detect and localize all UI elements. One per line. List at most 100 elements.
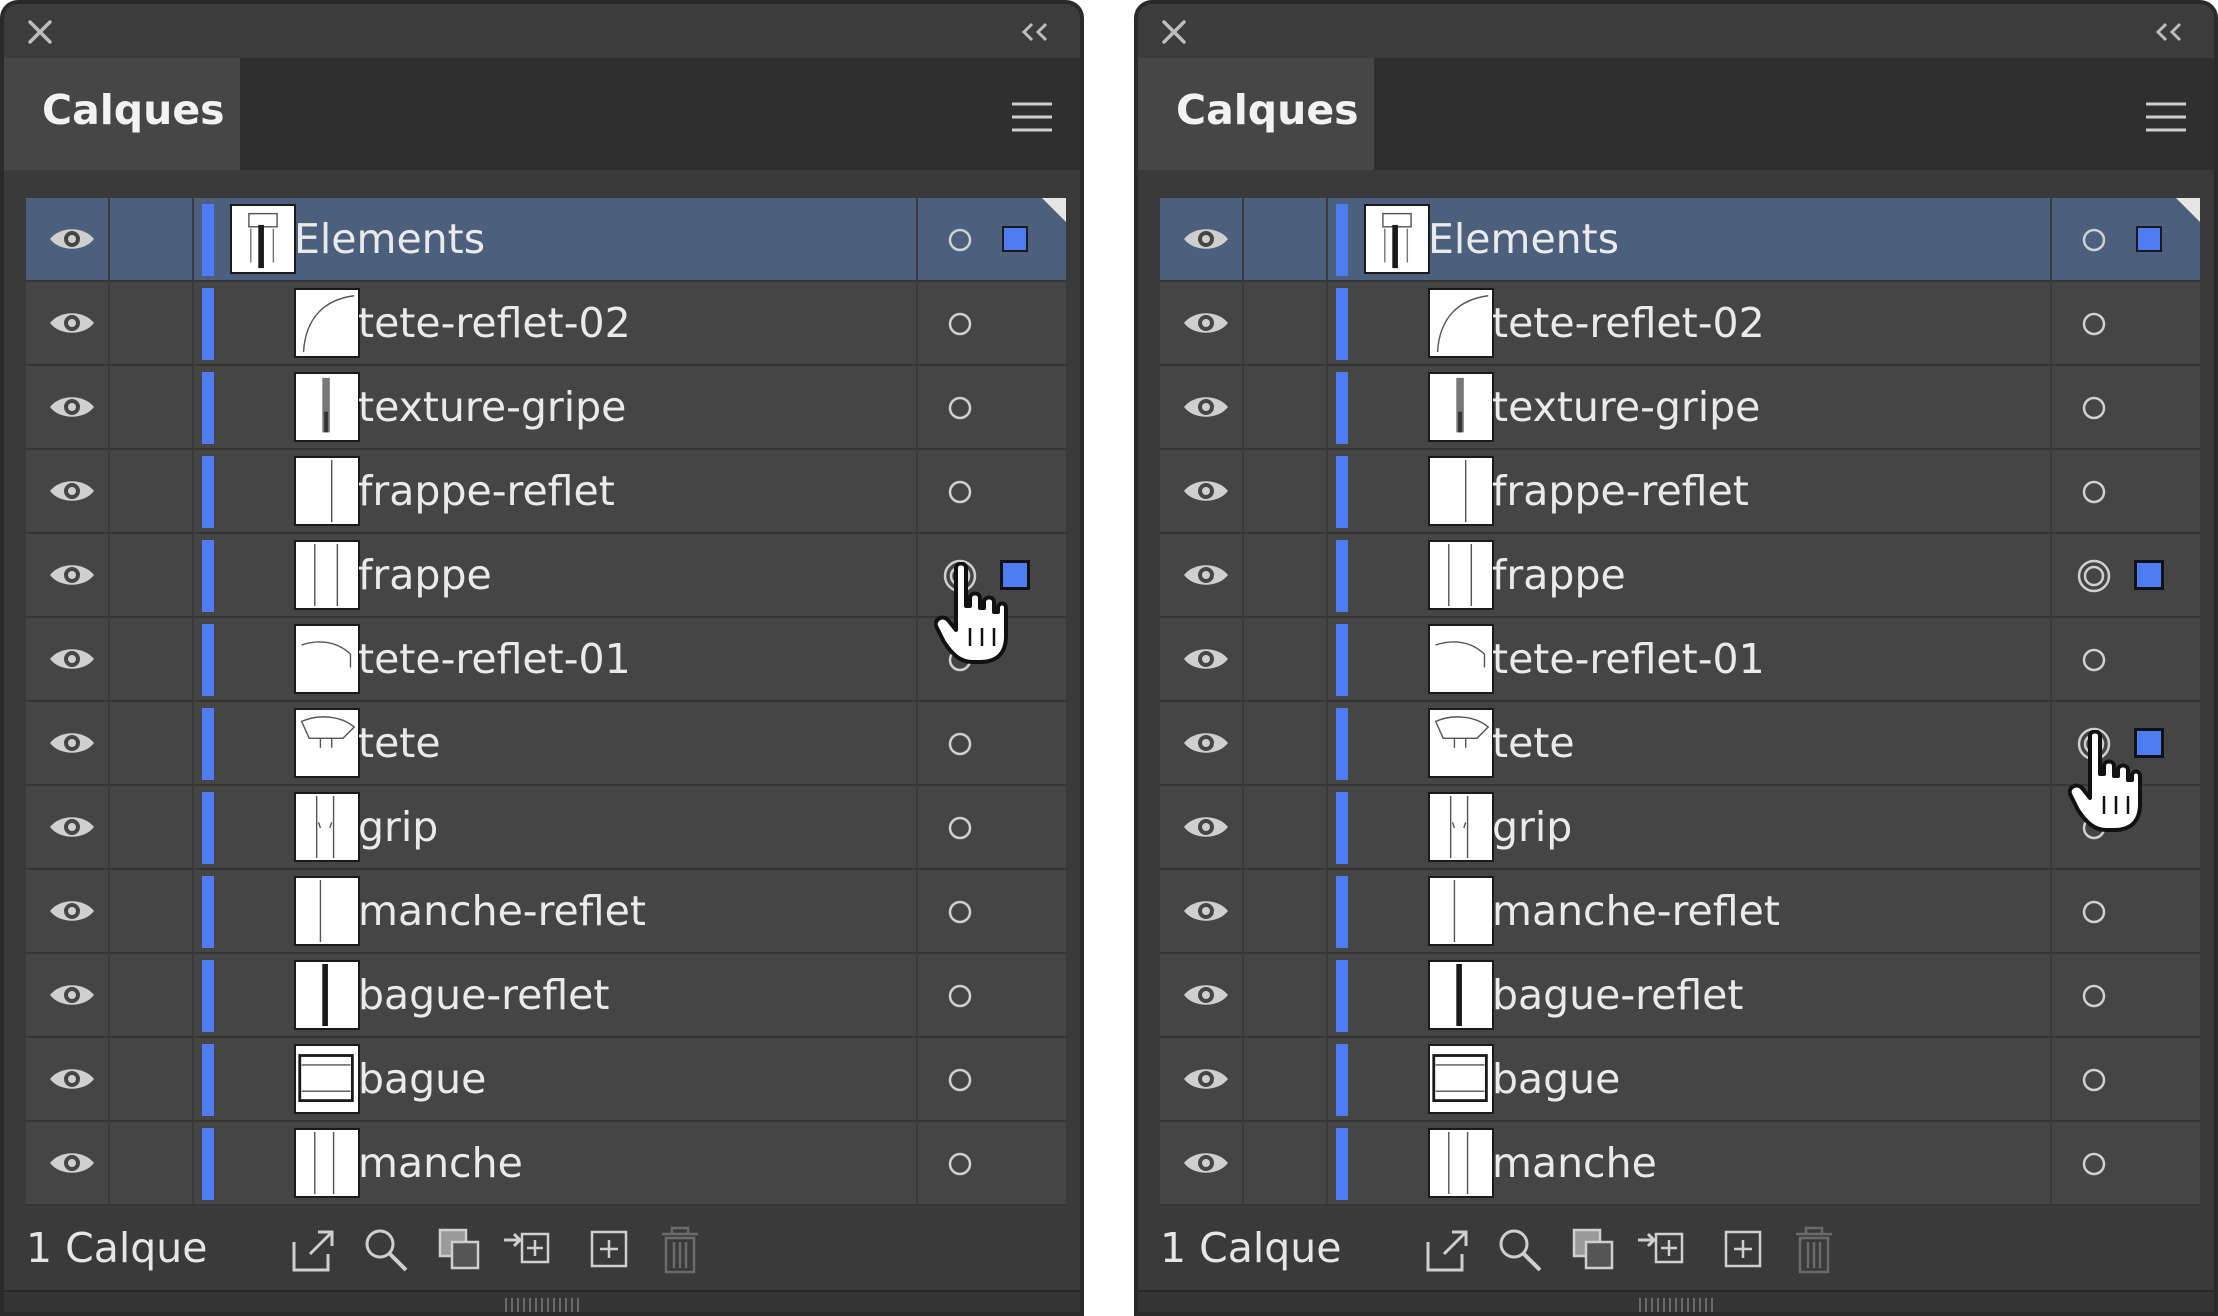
eye-icon[interactable] (48, 728, 96, 758)
eye-icon[interactable] (48, 224, 96, 254)
layer-name[interactable]: Elements (294, 198, 485, 282)
tab-layers[interactable]: Calques (4, 58, 240, 170)
resize-grip[interactable] (4, 1290, 1080, 1312)
layer-name[interactable]: frappe-reflet (358, 450, 615, 534)
target-icon[interactable] (2076, 726, 2112, 762)
collect-in-layer-icon[interactable] (1636, 1224, 1688, 1276)
eye-icon[interactable] (48, 980, 96, 1010)
sublayer-row[interactable]: tete (1160, 702, 2200, 786)
selection-indicator[interactable] (2134, 560, 2164, 590)
eye-icon[interactable] (48, 644, 96, 674)
sublayer-row[interactable]: frappe (26, 534, 1066, 618)
sublayer-row[interactable]: frappe (1160, 534, 2200, 618)
resize-grip[interactable] (1138, 1290, 2214, 1312)
layer-row-elements[interactable]: Elements (26, 198, 1066, 282)
layer-name[interactable]: grip (1492, 786, 1572, 870)
layer-name[interactable]: frappe-reflet (1492, 450, 1749, 534)
eye-icon[interactable] (1182, 1064, 1230, 1094)
target-icon[interactable] (2076, 390, 2112, 426)
sublayer-row[interactable]: grip (26, 786, 1066, 870)
eye-icon[interactable] (1182, 560, 1230, 590)
export-icon[interactable] (288, 1224, 340, 1276)
sublayer-row[interactable]: bague-reflet (26, 954, 1066, 1038)
layer-name[interactable]: tete-reflet-01 (358, 618, 631, 702)
delete-icon[interactable] (1788, 1224, 1840, 1276)
layer-name[interactable]: texture-gripe (1492, 366, 1760, 450)
eye-icon[interactable] (48, 1064, 96, 1094)
target-icon[interactable] (942, 306, 978, 342)
target-icon[interactable] (2076, 1062, 2112, 1098)
eye-icon[interactable] (48, 812, 96, 842)
selection-indicator[interactable] (1002, 226, 1028, 252)
layer-name[interactable]: frappe (358, 534, 492, 618)
target-icon[interactable] (942, 390, 978, 426)
eye-icon[interactable] (1182, 812, 1230, 842)
target-icon[interactable] (2076, 558, 2112, 594)
collapse-panel-icon[interactable] (1018, 20, 1054, 44)
search-icon[interactable] (1494, 1224, 1546, 1276)
sublayer-row[interactable]: manche-reflet (26, 870, 1066, 954)
clipping-mask-icon[interactable] (434, 1224, 486, 1276)
target-icon[interactable] (2076, 222, 2112, 258)
target-icon[interactable] (942, 978, 978, 1014)
sublayer-row[interactable]: tete-reflet-02 (1160, 282, 2200, 366)
target-icon[interactable] (2076, 978, 2112, 1014)
layer-name[interactable]: tete (358, 702, 441, 786)
eye-icon[interactable] (1182, 644, 1230, 674)
eye-icon[interactable] (1182, 308, 1230, 338)
eye-icon[interactable] (1182, 896, 1230, 926)
target-icon[interactable] (2076, 474, 2112, 510)
target-icon[interactable] (942, 222, 978, 258)
eye-icon[interactable] (1182, 392, 1230, 422)
export-icon[interactable] (1422, 1224, 1474, 1276)
selection-indicator[interactable] (1000, 560, 1030, 590)
layer-name[interactable]: texture-gripe (358, 366, 626, 450)
sublayer-row[interactable]: manche (1160, 1122, 2200, 1206)
target-icon[interactable] (942, 810, 978, 846)
layer-name[interactable]: manche (358, 1122, 523, 1206)
layer-name[interactable]: manche-reflet (1492, 870, 1780, 954)
target-icon[interactable] (942, 1146, 978, 1182)
new-sublayer-icon[interactable] (1718, 1224, 1770, 1276)
sublayer-row[interactable]: bague (1160, 1038, 2200, 1122)
panel-menu-icon[interactable] (2146, 100, 2186, 134)
layer-name[interactable]: tete-reflet-01 (1492, 618, 1765, 702)
eye-icon[interactable] (48, 560, 96, 590)
layer-name[interactable]: manche-reflet (358, 870, 646, 954)
layer-name[interactable]: bague-reflet (358, 954, 610, 1038)
sublayer-row[interactable]: texture-gripe (26, 366, 1066, 450)
target-icon[interactable] (942, 726, 978, 762)
delete-icon[interactable] (654, 1224, 706, 1276)
target-icon[interactable] (942, 1062, 978, 1098)
target-icon[interactable] (942, 894, 978, 930)
sublayer-row[interactable]: bague (26, 1038, 1066, 1122)
target-icon[interactable] (2076, 894, 2112, 930)
close-icon[interactable] (26, 18, 54, 46)
target-icon[interactable] (942, 474, 978, 510)
layer-name[interactable]: Elements (1428, 198, 1619, 282)
layer-name[interactable]: frappe (1492, 534, 1626, 618)
sublayer-row[interactable]: tete-reflet-02 (26, 282, 1066, 366)
eye-icon[interactable] (1182, 224, 1230, 254)
sublayer-row[interactable]: frappe-reflet (1160, 450, 2200, 534)
tab-layers[interactable]: Calques (1138, 58, 1374, 170)
eye-icon[interactable] (48, 1148, 96, 1178)
layer-name[interactable]: manche (1492, 1122, 1657, 1206)
eye-icon[interactable] (1182, 728, 1230, 758)
sublayer-row[interactable]: manche-reflet (1160, 870, 2200, 954)
eye-icon[interactable] (48, 392, 96, 422)
panel-menu-icon[interactable] (1012, 100, 1052, 134)
sublayer-row[interactable]: grip (1160, 786, 2200, 870)
sublayer-row[interactable]: tete-reflet-01 (1160, 618, 2200, 702)
eye-icon[interactable] (1182, 476, 1230, 506)
layer-name[interactable]: bague-reflet (1492, 954, 1744, 1038)
eye-icon[interactable] (48, 476, 96, 506)
eye-icon[interactable] (1182, 1148, 1230, 1178)
layer-row-elements[interactable]: Elements (1160, 198, 2200, 282)
new-sublayer-icon[interactable] (584, 1224, 636, 1276)
sublayer-row[interactable]: tete-reflet-01 (26, 618, 1066, 702)
layer-name[interactable]: tete-reflet-02 (358, 282, 631, 366)
target-icon[interactable] (942, 642, 978, 678)
sublayer-row[interactable]: tete (26, 702, 1066, 786)
sublayer-row[interactable]: frappe-reflet (26, 450, 1066, 534)
